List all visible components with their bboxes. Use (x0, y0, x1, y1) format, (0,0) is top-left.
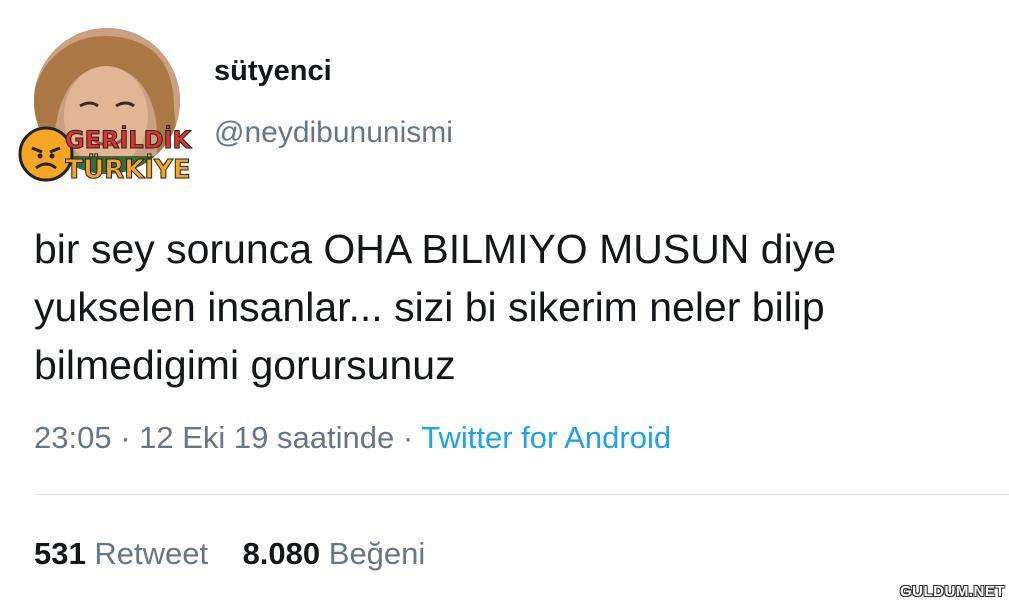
retweets-stat[interactable]: 531 Retweet (34, 536, 217, 571)
likes-count: 8.080 (242, 536, 321, 571)
likes-stat[interactable]: 8.080 Beğeni (243, 536, 426, 571)
tweet-date: 12 Eki 19 saatinde (139, 420, 395, 455)
user-handle[interactable]: @neydibununismi (214, 116, 453, 150)
site-watermark: GULDUM.NET (900, 583, 1005, 600)
logo-line1: GERİLDİK (65, 125, 193, 154)
retweets-label: Retweet (94, 536, 209, 571)
meta-separator: · (402, 420, 414, 455)
tweet-text: bir sey sorunca OHA BILMIYO MUSUN diye y… (34, 226, 837, 388)
display-name[interactable]: sütyenci (214, 55, 332, 88)
tweet-source-link[interactable]: Twitter for Android (421, 420, 671, 455)
tweet-stats: 531 Retweet 8.080 Beğeni (34, 536, 425, 572)
logo-line2: TÜRKİYE (65, 152, 190, 185)
likes-label: Beğeni (328, 536, 426, 571)
divider (34, 494, 1009, 495)
retweets-count: 531 (34, 536, 86, 571)
gerildik-turkiye-logo: GERİLDİK TÜRKİYE (10, 118, 200, 190)
meta-separator: · (120, 420, 131, 455)
tweet-meta: 23:05 · 12 Eki 19 saatinde · Twitter for… (34, 420, 671, 456)
tweet-time: 23:05 (34, 420, 112, 455)
